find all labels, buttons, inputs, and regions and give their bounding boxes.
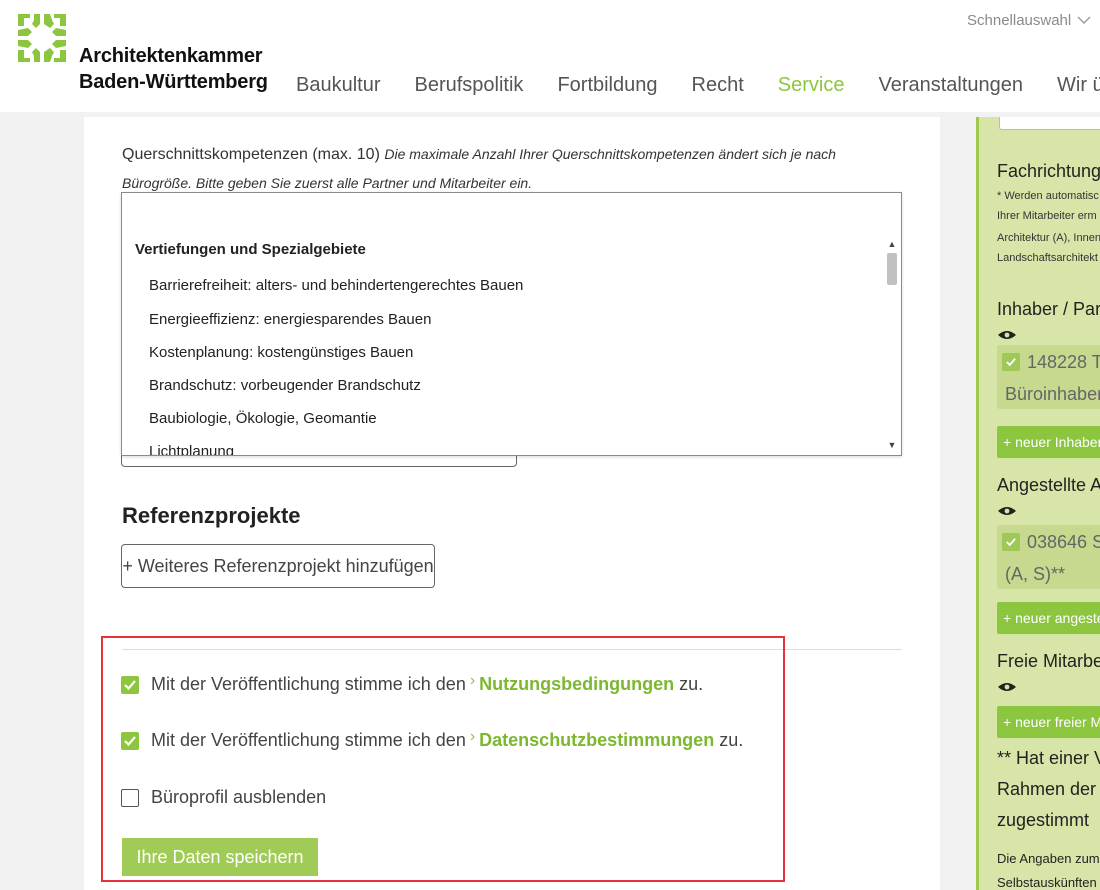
hide-profile-row: Büroprofil ausblenden [121,787,326,808]
consent-terms-suffix: zu. [679,674,704,694]
terms-link[interactable]: Nutzungsbedingungen [479,674,674,695]
option-lichtplanung[interactable]: Lichtplanung [149,443,234,455]
checkmark-icon [1006,358,1016,367]
option-kostenplanung[interactable]: Kostenplanung: kostengünstiges Bauen [149,344,413,361]
eye-icon[interactable] [997,505,1017,517]
listbox-options: Vertiefungen und Spezialgebiete Barriere… [122,193,883,455]
privacy-link[interactable]: Datenschutzbestimmungen [479,730,714,751]
checkmark-icon [1006,538,1016,547]
sidebar-note-line: ** Hat einer V [997,748,1100,768]
eye-icon[interactable] [997,681,1017,693]
owner-heading: Inhaber / Partn [997,299,1100,319]
link-chevron-icon: › [469,727,476,745]
querschnitt-label-title: Querschnittskompetenzen (max. 10) [122,146,380,163]
consent-terms-row: Mit der Veröffentlichung stimme ich den … [121,671,704,695]
fach-note-line: Ihrer Mitarbeiter erm [997,210,1097,222]
new-freelancer-button[interactable]: + neuer freier M [997,706,1100,738]
new-owner-button[interactable]: + neuer Inhaber [997,426,1100,458]
nav-item-baukultur[interactable]: Baukultur [296,74,381,97]
nav-item-fortbildung[interactable]: Fortbildung [557,74,657,97]
nav-item-wir-ueber-uns[interactable]: Wir über un [1057,74,1100,97]
consent-privacy-text: Mit der Veröffentlichung stimme ich den [151,730,466,750]
owner-entry[interactable]: 148228 Te Büroinhaber ( [997,345,1100,409]
consent-terms-checkbox[interactable] [121,675,139,694]
nav-item-veranstaltungen[interactable]: Veranstaltungen [878,74,1023,97]
owner-entry-line2: Büroinhaber ( [1005,384,1100,404]
site-header: Architektenkammer Baden-Württemberg Schn… [0,0,1100,112]
logo-line-1: Architektenkammer [79,45,263,67]
consent-privacy-checkbox[interactable] [121,731,139,750]
add-reference-project-button[interactable]: + Weiteres Referenzprojekt hinzufügen [121,544,435,588]
option-baubiologie[interactable]: Baubiologie, Ökologie, Geomantie [149,410,377,427]
logo-line-2: Baden-Württemberg [79,71,268,93]
nav-item-recht[interactable]: Recht [692,74,744,97]
sidebar-panel: Fachrichtunge * Werden automatisc Ihrer … [976,117,1100,890]
quick-select-dropdown[interactable]: Schnellauswahl [967,12,1091,29]
option-group-label: Vertiefungen und Spezialgebiete [135,241,366,258]
eye-icon[interactable] [997,329,1017,341]
new-employee-button[interactable]: + neuer angeste [997,602,1100,634]
logo-wordmark[interactable]: Architektenkammer Baden-Württemberg [79,43,268,95]
consent-privacy-row: Mit der Veröffentlichung stimme ich den … [121,727,744,751]
listbox-scrollbar[interactable]: ▲ ▼ [883,233,901,455]
employee-entry-line2: (A, S)** [1005,564,1066,584]
option-barrierefreiheit[interactable]: Barrierefreiheit: alters- und behinderte… [149,277,523,294]
consent-privacy-suffix: zu. [719,730,744,750]
sidebar-footer-line: Die Angaben zum [997,851,1100,866]
option-energieeffizienz[interactable]: Energieeffizienz: energiesparendes Bauen [149,311,431,328]
scroll-up-arrow-icon[interactable]: ▲ [883,237,901,251]
sidebar-note-line: zugestimmt [997,810,1090,830]
checkmark-icon [124,679,136,690]
save-data-button[interactable]: Ihre Daten speichern [122,838,318,876]
checkmark-icon [124,735,136,746]
link-chevron-icon: › [469,671,476,689]
querschnitt-label: Querschnittskompetenzen (max. 10) Die ma… [122,140,862,198]
hide-profile-label[interactable]: Büroprofil ausblenden [151,787,326,808]
logo-icon[interactable] [16,12,68,64]
nav-item-berufspolitik[interactable]: Berufspolitik [415,74,524,97]
scroll-down-arrow-icon[interactable]: ▼ [883,438,901,452]
owner-entry-checkbox[interactable] [1002,353,1020,371]
employee-heading: Angestellte Ar [997,475,1100,495]
option-brandschutz[interactable]: Brandschutz: vorbeugender Brandschutz [149,377,421,394]
consent-terms-text: Mit der Veröffentlichung stimme ich den [151,674,466,694]
querschnitt-listbox[interactable]: Vertiefungen und Spezialgebiete Barriere… [121,192,902,456]
fachrichtungen-heading: Fachrichtunge [997,161,1100,181]
nav-item-service[interactable]: Service [778,74,845,97]
owner-entry-line1: 148228 Te [1027,352,1100,372]
fach-note-line: Architektur (A), Innen [997,232,1100,244]
quick-select-label: Schnellauswahl [967,12,1072,29]
scrollbar-thumb[interactable] [887,253,897,285]
sidebar-note-line: Rahmen der B [997,779,1100,799]
reference-projects-heading: Referenzprojekte [122,503,301,528]
hide-profile-checkbox[interactable] [121,788,139,807]
employee-entry-line1: 038646 St [1027,532,1100,552]
sidebar-input-field[interactable] [999,117,1100,130]
main-nav: Baukultur Berufspolitik Fortbildung Rech… [296,74,1100,97]
chevron-down-icon [1077,16,1091,24]
employee-entry[interactable]: 038646 St (A, S)** [997,525,1100,589]
freelance-heading: Freie Mitarbei [997,651,1100,671]
fach-note-line: Landschaftsarchitekt [997,252,1098,264]
fach-note-line: * Werden automatisc [997,190,1099,202]
employee-entry-checkbox[interactable] [1002,533,1020,551]
sidebar-footer-line: Selbstauskünften [997,875,1097,890]
